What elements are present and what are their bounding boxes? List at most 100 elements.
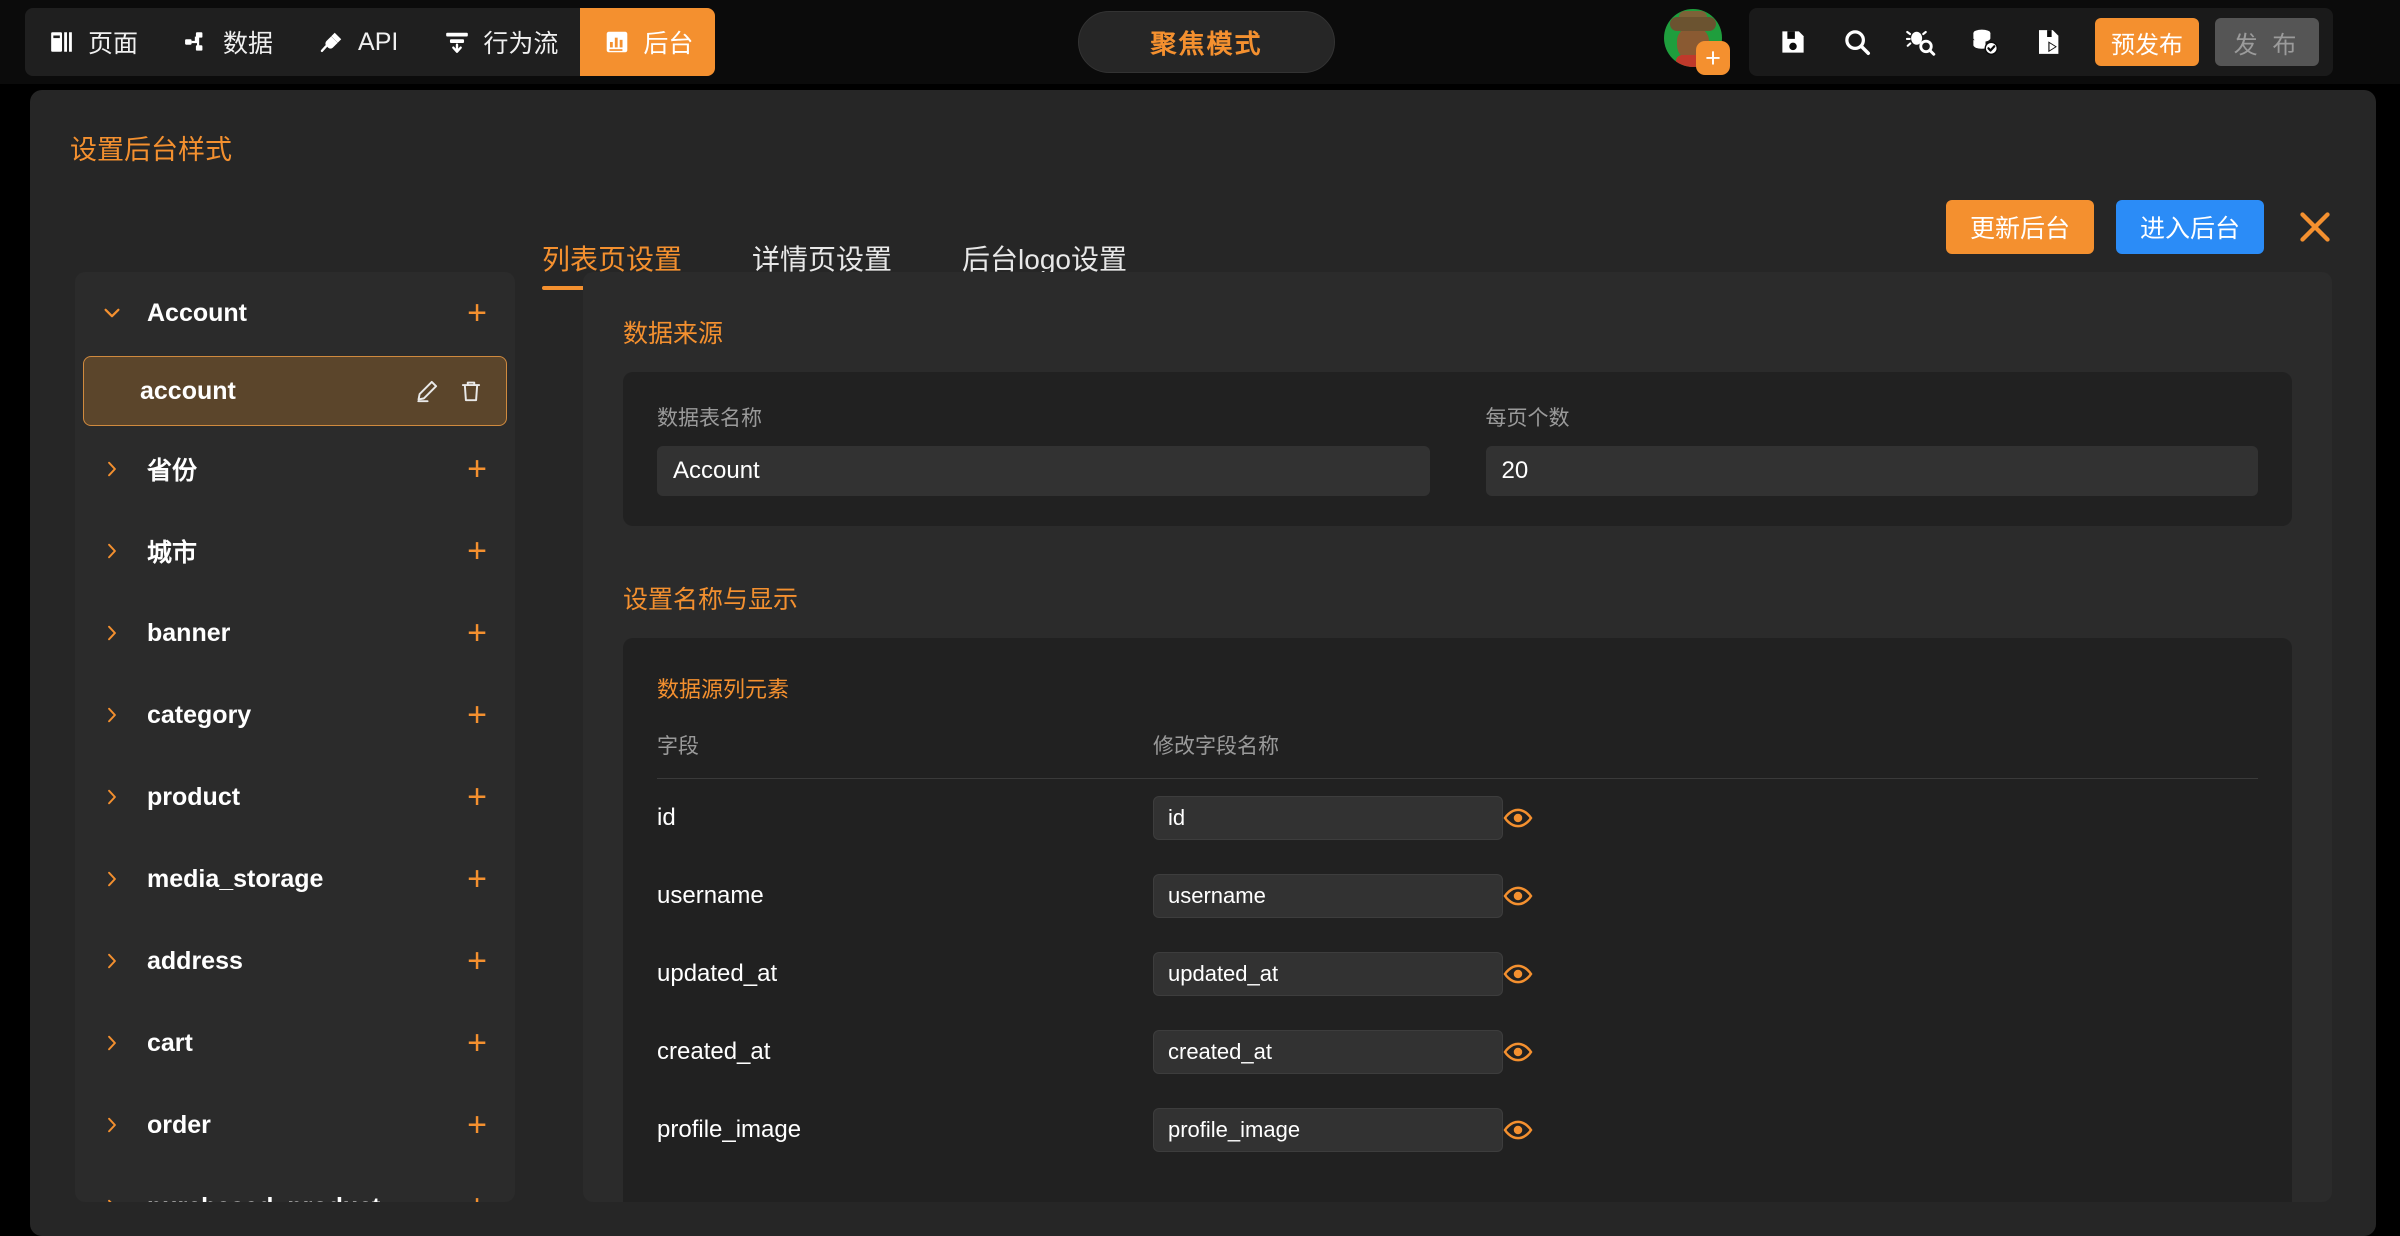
tree-child-account[interactable]: account bbox=[83, 356, 507, 426]
chevron-right-icon[interactable] bbox=[95, 787, 129, 807]
field-rename-cell bbox=[1153, 874, 1503, 918]
col-header-field: 字段 bbox=[657, 735, 699, 758]
tree-item-product[interactable]: product + bbox=[75, 756, 515, 838]
chevron-right-icon[interactable] bbox=[95, 623, 129, 643]
chevron-right-icon[interactable] bbox=[95, 541, 129, 561]
chevron-right-icon[interactable] bbox=[95, 1033, 129, 1053]
tree-item-media_storage[interactable]: media_storage + bbox=[75, 838, 515, 920]
chevron-down-icon[interactable] bbox=[95, 302, 129, 324]
table-row[interactable]: username bbox=[657, 857, 2258, 935]
nav-item-flow[interactable]: 行为流 bbox=[420, 8, 580, 76]
naming-section-title: 设置名称与显示 bbox=[623, 586, 799, 614]
avatar[interactable]: + bbox=[1664, 9, 1730, 75]
publish-button[interactable]: 发 布 bbox=[2215, 18, 2319, 66]
nav-item-pages[interactable]: 页面 bbox=[25, 8, 160, 76]
focus-mode-button[interactable]: 聚焦模式 bbox=[1078, 11, 1335, 73]
eye-icon[interactable] bbox=[1503, 803, 2258, 833]
tree-item-cart[interactable]: cart + bbox=[75, 1002, 515, 1084]
add-table-icon[interactable]: + bbox=[467, 616, 487, 650]
avatar-hat-brim bbox=[1670, 17, 1716, 31]
chevron-right-icon[interactable] bbox=[95, 705, 129, 725]
field-rename-input[interactable] bbox=[1153, 796, 1503, 840]
api-plug-icon bbox=[317, 27, 347, 57]
add-table-icon[interactable]: + bbox=[467, 780, 487, 814]
avatar-add-badge[interactable]: + bbox=[1696, 41, 1730, 75]
page-size-input[interactable] bbox=[1485, 446, 2258, 496]
table-row[interactable]: profile_image bbox=[657, 1091, 2258, 1169]
add-table-icon[interactable]: + bbox=[467, 1190, 487, 1202]
eye-icon[interactable] bbox=[1503, 1037, 2258, 1067]
add-table-icon[interactable]: + bbox=[467, 534, 487, 568]
nav-label-pages: 页面 bbox=[88, 30, 139, 58]
eye-icon[interactable] bbox=[1503, 881, 2258, 911]
tree-item-category[interactable]: category + bbox=[75, 674, 515, 756]
settings-scroll-area[interactable]: 数据来源 数据表名称 每页个数 设置名称与显示 数据源列元素 bbox=[583, 272, 2332, 1202]
panel-actions: 更新后台 进入后台 bbox=[1945, 200, 2264, 254]
add-table-icon[interactable]: + bbox=[467, 296, 487, 330]
tab-label-2: 后台logo设置 bbox=[962, 244, 1127, 275]
列元素-sub-title: 数据源列元素 bbox=[657, 677, 790, 702]
field-rename-input[interactable] bbox=[1153, 952, 1503, 996]
database-check-icon[interactable] bbox=[1955, 12, 2015, 72]
trash-icon[interactable] bbox=[458, 378, 484, 404]
chevron-right-icon[interactable] bbox=[95, 951, 129, 971]
chevron-right-icon[interactable] bbox=[95, 869, 129, 889]
nav-item-admin[interactable]: 后台 bbox=[580, 8, 716, 76]
tree-item-Account[interactable]: Account + bbox=[75, 272, 515, 354]
toolbar: 预发布 发 布 bbox=[1749, 8, 2333, 76]
add-table-icon[interactable]: + bbox=[467, 1108, 487, 1142]
table-tree[interactable]: Account + account 省份 + 城市 + banner + cat… bbox=[75, 272, 515, 1202]
table-name-label: 数据表名称 bbox=[657, 407, 762, 430]
prepublish-button[interactable]: 预发布 bbox=[2095, 18, 2199, 66]
chevron-right-icon[interactable] bbox=[95, 1115, 129, 1135]
flow-icon bbox=[442, 27, 472, 57]
table-row[interactable]: created_at bbox=[657, 1013, 2258, 1091]
admin-style-panel: 设置后台样式 列表页设置 详情页设置 后台logo设置 更新后台 进入后台 Ac… bbox=[30, 90, 2376, 1236]
edit-icon[interactable] bbox=[414, 378, 440, 404]
naming-card: 数据源列元素 字段 修改字段名称 id username bbox=[623, 638, 2292, 1202]
enter-admin-button[interactable]: 进入后台 bbox=[2115, 200, 2264, 254]
tree-item-order[interactable]: order + bbox=[75, 1084, 515, 1166]
tree-item-label: cart bbox=[147, 1028, 193, 1057]
nav-item-api[interactable]: API bbox=[295, 8, 420, 76]
tree-item-label: category bbox=[147, 700, 252, 729]
field-rename-cell bbox=[1153, 796, 1503, 840]
page-title: 设置后台样式 bbox=[70, 135, 232, 165]
enter-admin-label: 进入后台 bbox=[2139, 215, 2240, 243]
eye-icon[interactable] bbox=[1503, 1115, 2258, 1145]
chevron-right-icon[interactable] bbox=[95, 1197, 129, 1202]
tree-item-address[interactable]: address + bbox=[75, 920, 515, 1002]
close-icon[interactable] bbox=[2290, 202, 2340, 252]
tree-item-province[interactable]: 省份 + bbox=[75, 428, 515, 510]
run-page-icon[interactable] bbox=[2019, 12, 2079, 72]
debug-search-icon[interactable] bbox=[1891, 12, 1951, 72]
add-table-icon[interactable]: + bbox=[467, 452, 487, 486]
field-rename-input[interactable] bbox=[1153, 1030, 1503, 1074]
save-icon[interactable] bbox=[1763, 12, 1823, 72]
table-row[interactable]: id bbox=[657, 779, 2258, 857]
add-table-icon[interactable]: + bbox=[467, 944, 487, 978]
search-icon[interactable] bbox=[1827, 12, 1887, 72]
field-rename-cell bbox=[1153, 1030, 1503, 1074]
field-rename-input[interactable] bbox=[1153, 1108, 1503, 1152]
add-table-icon[interactable]: + bbox=[467, 1026, 487, 1060]
table-row[interactable]: updated_at bbox=[657, 935, 2258, 1013]
nav-label-flow: 行为流 bbox=[483, 30, 559, 58]
eye-icon[interactable] bbox=[1503, 959, 2258, 989]
tree-item-city[interactable]: 城市 + bbox=[75, 510, 515, 592]
tree-child-label: account bbox=[140, 376, 236, 405]
tree-item-banner[interactable]: banner + bbox=[75, 592, 515, 674]
update-admin-button[interactable]: 更新后台 bbox=[1945, 200, 2094, 254]
add-table-icon[interactable]: + bbox=[467, 698, 487, 732]
tree-item-label: purchased_product bbox=[129, 1193, 467, 1203]
nav-item-data[interactable]: 数据 bbox=[160, 8, 295, 76]
add-table-icon[interactable]: + bbox=[467, 862, 487, 896]
publish-label: 发 布 bbox=[2233, 31, 2301, 59]
field-rename-input[interactable] bbox=[1153, 874, 1503, 918]
chevron-right-icon[interactable] bbox=[95, 459, 129, 479]
field-name: created_at bbox=[657, 1038, 771, 1065]
field-rename-cell bbox=[1153, 1108, 1503, 1152]
table-name-input[interactable] bbox=[657, 446, 1430, 496]
tree-item-purchased_product[interactable]: purchased_product + bbox=[75, 1166, 515, 1202]
nav-label-data: 数据 bbox=[223, 30, 274, 58]
